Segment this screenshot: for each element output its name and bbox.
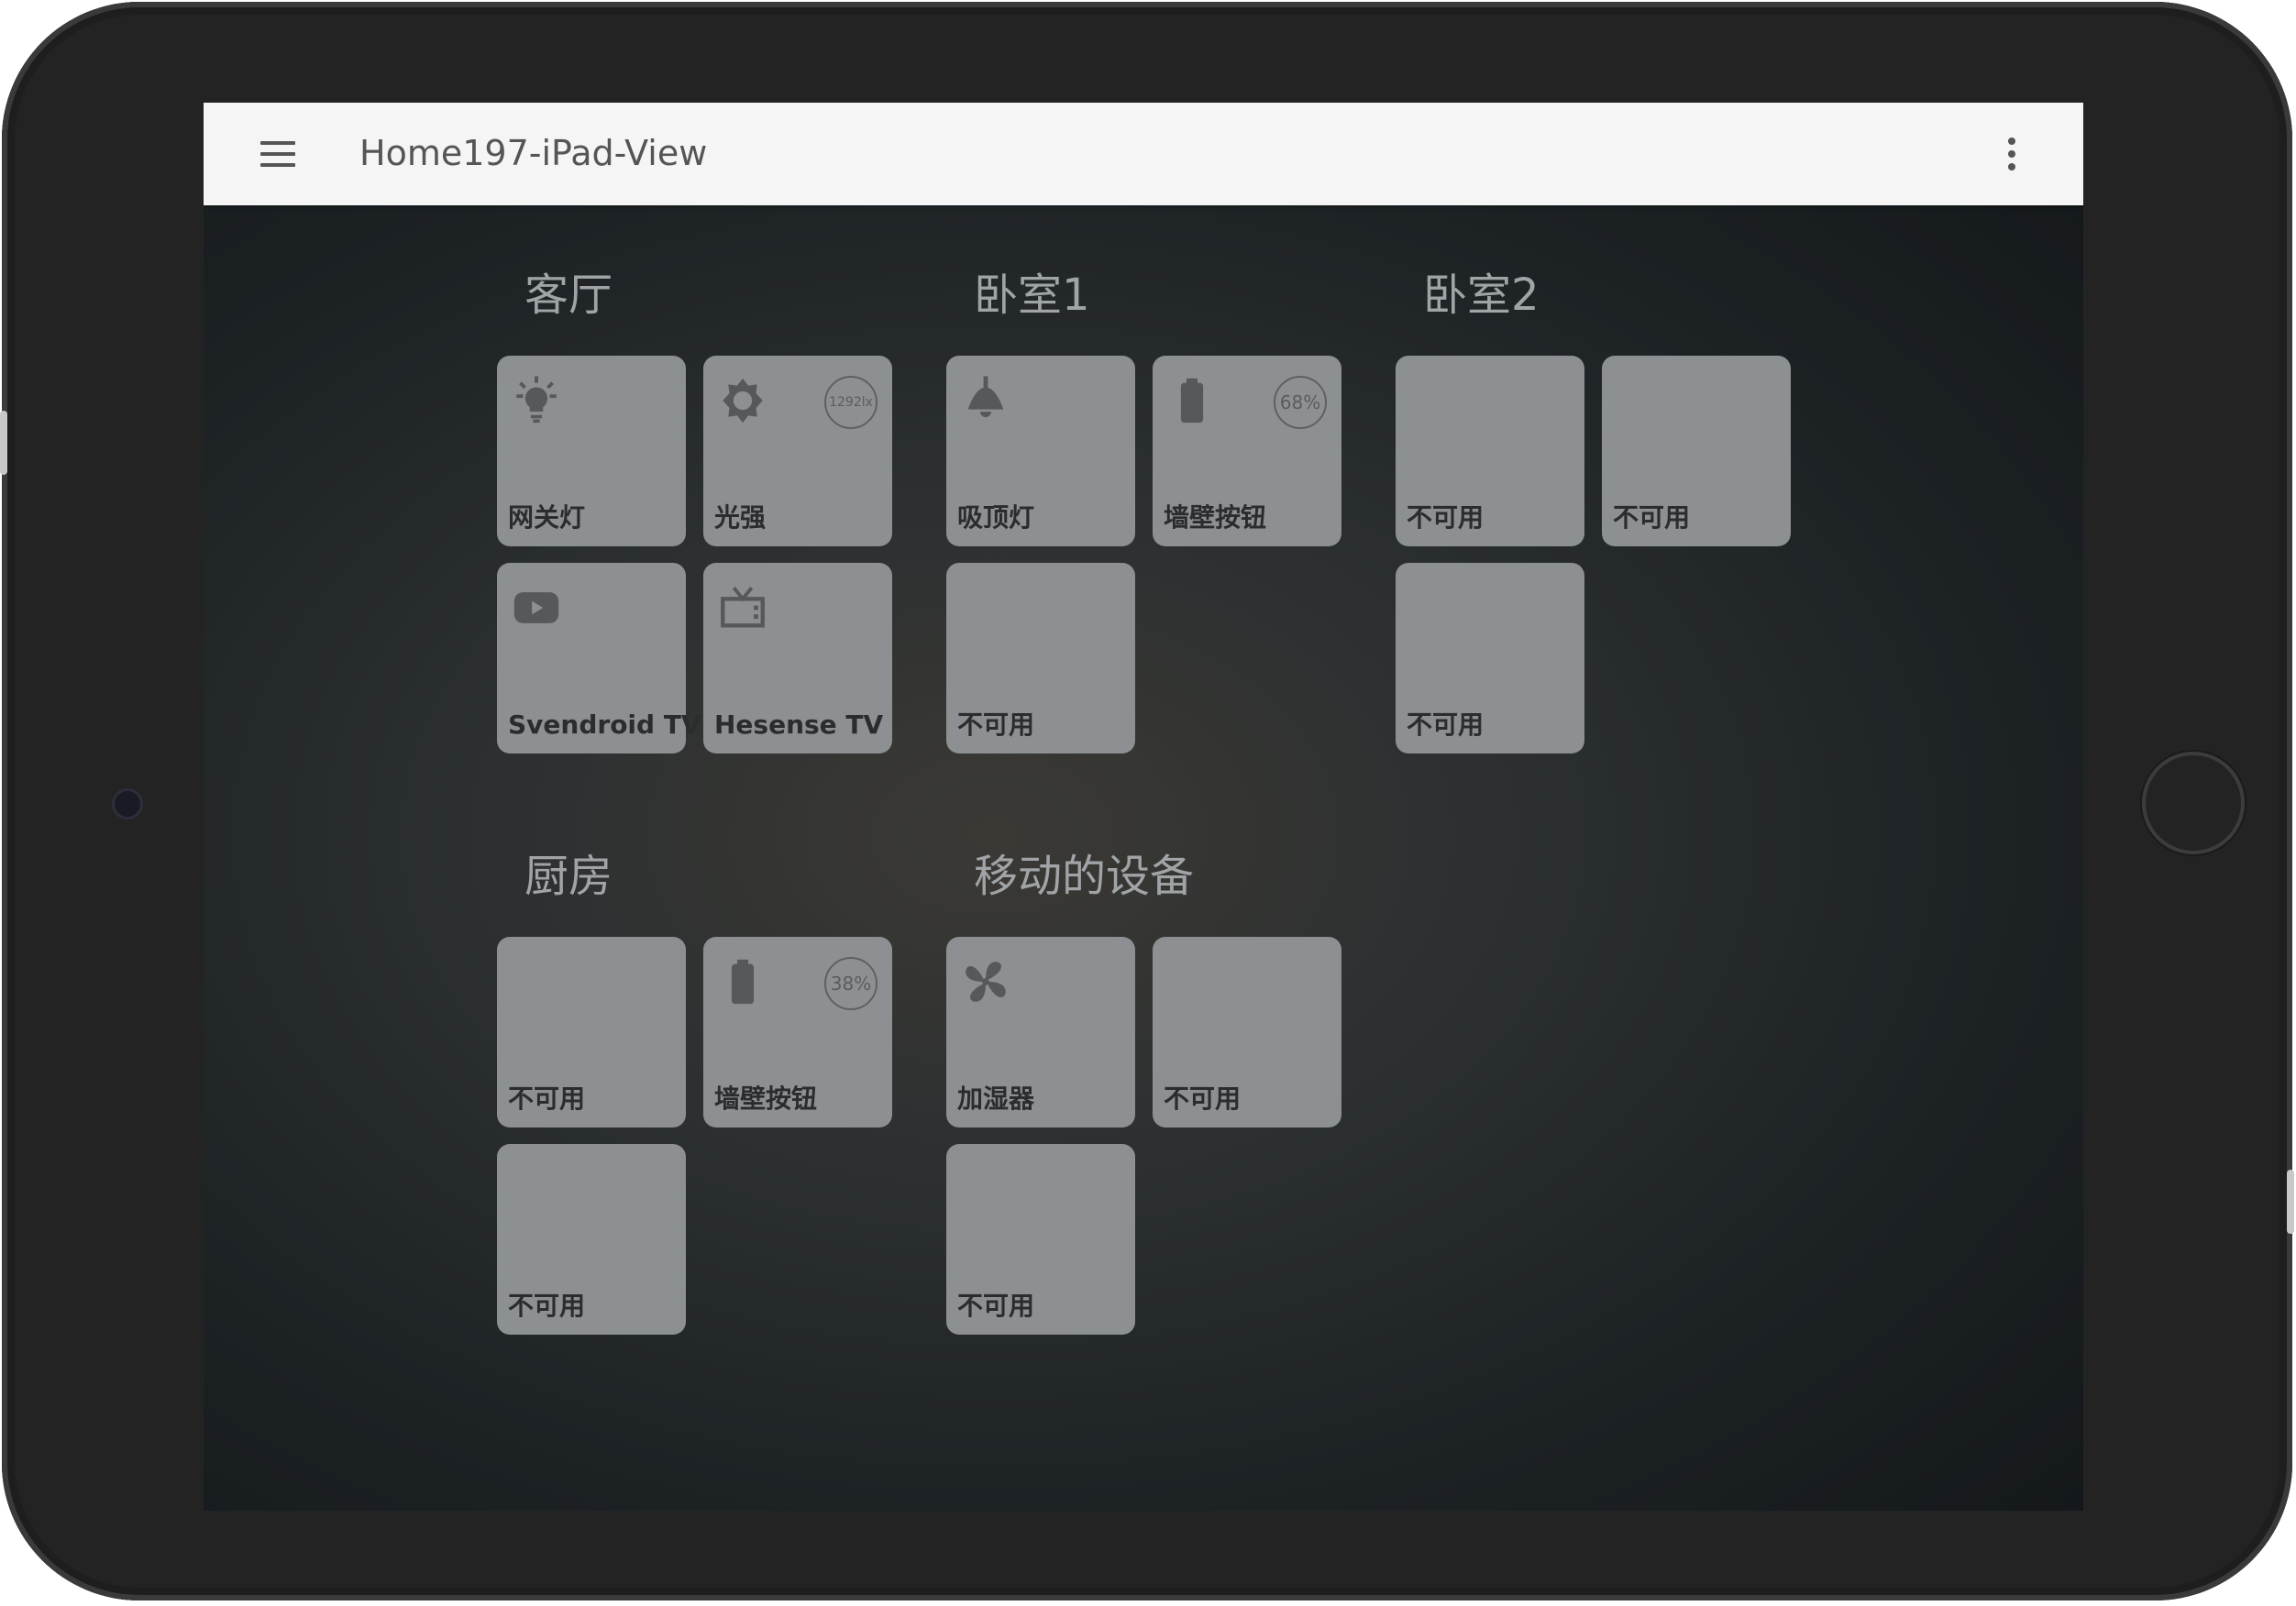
tile-label: 不可用 <box>957 1291 1035 1321</box>
tile-unavailable[interactable]: 不可用 <box>1153 937 1341 1128</box>
tile-unavailable[interactable]: 不可用 <box>1602 356 1791 546</box>
tile-label: 不可用 <box>1613 502 1691 533</box>
app-bar: Home197-iPad-View <box>204 103 2083 205</box>
menu-icon[interactable] <box>260 141 297 167</box>
tile-label: Svendroid TV <box>508 710 701 740</box>
tile-unavailable[interactable]: 不可用 <box>946 1144 1135 1335</box>
tile-ceiling-lamp[interactable]: 吸顶灯 <box>946 356 1135 546</box>
group-title-bedroom-1: 卧室1 <box>974 270 1090 321</box>
home-button[interactable] <box>2142 752 2245 854</box>
battery-badge: 68% <box>1274 376 1327 429</box>
tile-wall-switch[interactable]: 68% 墙壁按钮 <box>1153 356 1341 546</box>
brightness-icon <box>723 378 763 424</box>
tile-wall-switch[interactable]: 38% 墙壁按钮 <box>703 937 892 1128</box>
side-button <box>2287 1170 2294 1234</box>
tv-icon <box>721 587 765 628</box>
more-options-icon[interactable] <box>2003 138 2021 170</box>
illuminance-badge: 1292lx <box>824 376 878 429</box>
battery-icon <box>1180 378 1204 424</box>
tile-label: 吸顶灯 <box>957 502 1035 533</box>
tile-unavailable[interactable]: 不可用 <box>497 937 686 1128</box>
tile-label: 不可用 <box>508 1291 586 1321</box>
tile-label: 不可用 <box>1407 502 1485 533</box>
tile-label: 不可用 <box>1407 710 1485 740</box>
tile-label: 网关灯 <box>508 502 586 533</box>
tile-svendroid-tv[interactable]: Svendroid TV <box>497 563 701 754</box>
group-title-bedroom-2: 卧室2 <box>1423 270 1540 321</box>
fan-icon <box>966 962 1006 1002</box>
tile-label: 不可用 <box>957 710 1035 740</box>
tile-label: 不可用 <box>508 1084 586 1114</box>
tile-humidifier[interactable]: 加湿器 <box>946 937 1135 1128</box>
play-video-icon <box>513 592 559 623</box>
tile-hesense-tv[interactable]: Hesense TV <box>703 563 892 754</box>
app-title: Home197-iPad-View <box>359 133 708 173</box>
lightbulb-icon <box>516 376 557 424</box>
tile-unavailable[interactable]: 不可用 <box>1396 356 1584 546</box>
volume-button <box>0 411 7 475</box>
ceiling-lamp-icon <box>967 376 1004 418</box>
group-title-living-room: 客厅 <box>524 270 613 321</box>
battery-icon <box>731 959 755 1005</box>
tile-label: 墙壁按钮 <box>1164 502 1267 533</box>
tile-label: 不可用 <box>1164 1084 1242 1114</box>
tile-label: 加湿器 <box>957 1084 1035 1114</box>
tile-unavailable[interactable]: 不可用 <box>497 1144 686 1335</box>
group-title-kitchen: 厨房 <box>524 851 613 902</box>
tile-label: 光强 <box>714 502 767 533</box>
dashboard-screen: Home197-iPad-View 客厅 卧室1 卧室2 厨房 移动的设备 网关… <box>204 103 2083 1511</box>
battery-badge: 38% <box>824 957 878 1010</box>
tile-unavailable[interactable]: 不可用 <box>946 563 1135 754</box>
front-camera <box>112 788 143 820</box>
tile-label: Hesense TV <box>714 710 884 740</box>
group-title-mobile-devices: 移动的设备 <box>974 851 1195 902</box>
tile-unavailable[interactable]: 不可用 <box>1396 563 1584 754</box>
tile-gateway-light[interactable]: 网关灯 <box>497 356 686 546</box>
tile-illuminance[interactable]: 1292lx 光强 <box>703 356 892 546</box>
tile-label: 墙壁按钮 <box>714 1084 818 1114</box>
